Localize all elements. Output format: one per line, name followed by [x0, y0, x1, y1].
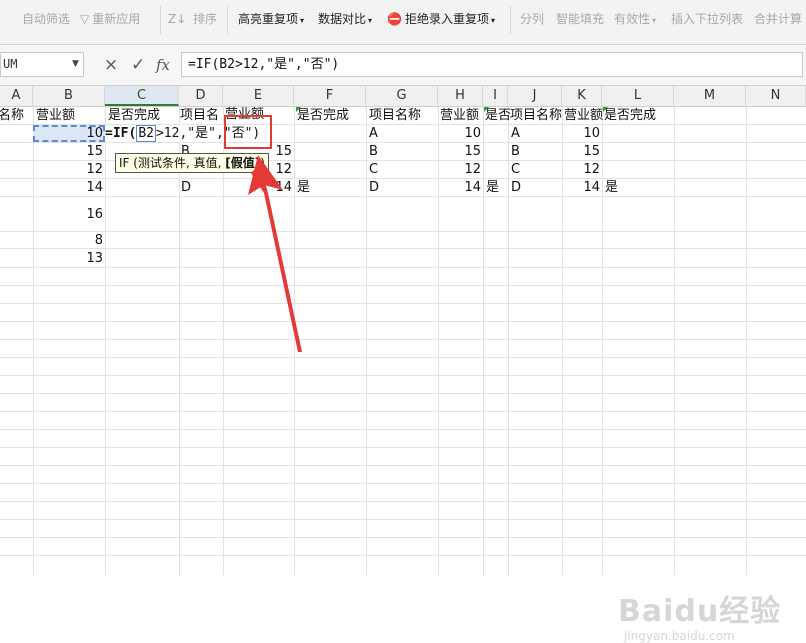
ribbon-divider — [510, 6, 511, 34]
confirm-icon[interactable]: ✓ — [131, 55, 145, 75]
auto-filter-button[interactable]: 自动筛选 — [22, 8, 70, 30]
chevron-down-icon: ▾ — [652, 16, 657, 25]
column-header-n[interactable]: N — [746, 86, 806, 106]
sort-icon[interactable]: Z↓ — [168, 8, 186, 30]
data-compare-button[interactable]: 数据对比 ▾ — [318, 8, 372, 30]
column-header-j[interactable]: J — [508, 86, 562, 106]
ribbon-toolbar: 自动筛选 ▽ 重新应用 Z↓ 排序 高亮重复项 ▾ 数据对比 ▾ ⛔ 拒绝录入重复项 ▾ … — [0, 0, 806, 45]
column-header-h[interactable]: H — [438, 86, 483, 106]
column-header-f[interactable]: F — [294, 86, 366, 106]
chevron-down-icon: ▾ — [300, 16, 305, 25]
column-header-k[interactable]: K — [562, 86, 602, 106]
reject-duplicates-button[interactable]: ⛔ 拒绝录入重复项 ▾ — [387, 8, 495, 30]
reapply-button[interactable]: ▽ 重新应用 — [80, 8, 140, 30]
formula-bar: UM ▼ × ✓ fx =IF(B2>12,"是","否") — [0, 45, 806, 86]
column-header-c[interactable]: C — [105, 86, 179, 106]
annotation-arrow — [248, 155, 302, 352]
validity-button[interactable]: 有效性 ▾ — [614, 8, 656, 30]
column-header-a[interactable]: A — [0, 86, 33, 106]
column-header-d[interactable]: D — [179, 86, 223, 106]
arrow-shape — [251, 164, 302, 352]
reject-duplicate-icon: ⛔ — [387, 12, 402, 26]
column-header-b[interactable]: B — [33, 86, 105, 106]
chevron-down-icon: ▾ — [368, 16, 373, 25]
insert-function-icon[interactable]: fx — [156, 55, 170, 75]
chevron-down-icon[interactable]: ▼ — [72, 59, 79, 69]
highlight-duplicates-button[interactable]: 高亮重复项 ▾ — [238, 8, 304, 30]
column-headers: A B C D E F G H I J K L M N — [0, 86, 806, 107]
watermark-url: jingyan.baidu.com — [624, 629, 735, 643]
split-column-button[interactable]: 分列 — [520, 8, 544, 30]
cancel-icon[interactable]: × — [104, 55, 118, 75]
watermark-brand: Baidu经验 — [618, 594, 782, 629]
merge-calculate-button[interactable]: 合并计算 — [754, 8, 802, 30]
ribbon-divider — [227, 6, 228, 34]
formula-input[interactable]: =IF(B2>12,"是","否") — [181, 52, 803, 77]
column-header-e[interactable]: E — [223, 86, 294, 106]
insert-dropdown-list-button[interactable]: 插入下拉列表 — [671, 8, 743, 30]
sheet-grid[interactable]: 名称 营业额 是否完成 项目名 营业额 是否完成 项目名称 营业额 是否 项目名… — [0, 107, 806, 643]
column-header-l[interactable]: L — [602, 86, 674, 106]
baidu-watermark: Baidu经验 jingyan.baidu.com — [618, 595, 781, 643]
column-header-m[interactable]: M — [674, 86, 746, 106]
column-header-g[interactable]: G — [366, 86, 438, 106]
filter-icon: ▽ — [80, 12, 90, 26]
sort-button[interactable]: 排序 — [193, 8, 217, 30]
smart-fill-button[interactable]: 智能填充 — [556, 8, 604, 30]
ribbon-divider — [160, 6, 161, 34]
chevron-down-icon: ▾ — [490, 16, 495, 25]
column-header-i[interactable]: I — [483, 86, 508, 106]
